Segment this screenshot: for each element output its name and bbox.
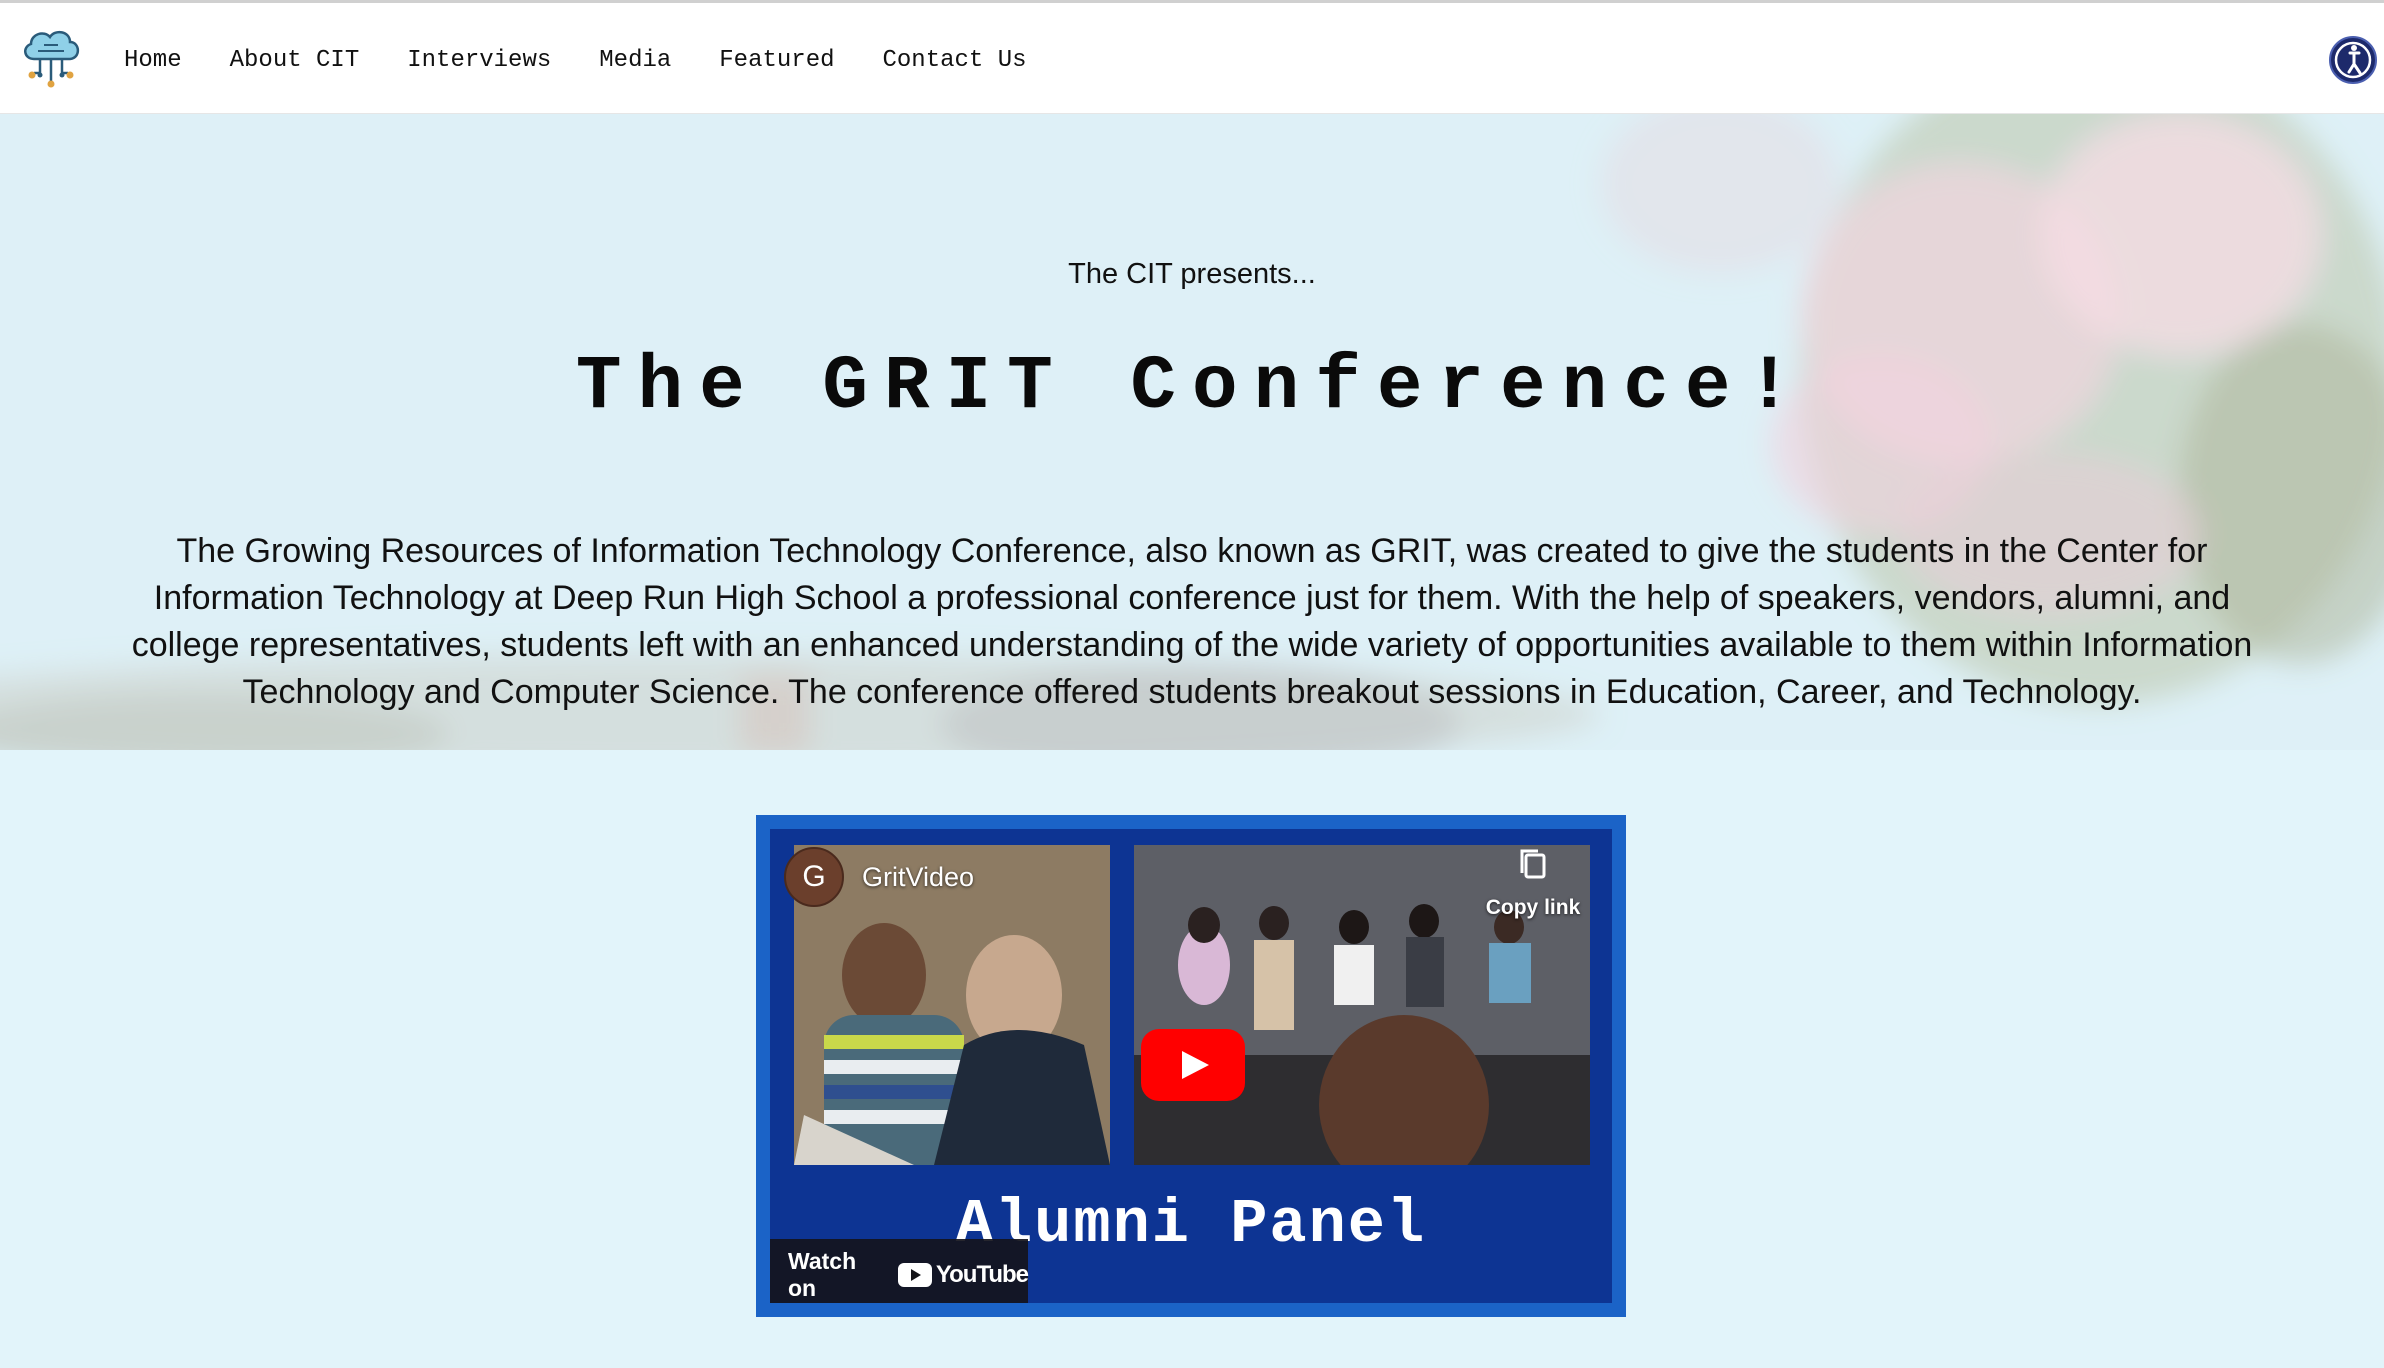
hero-section: The CIT presents... The GRIT Conference!… <box>0 114 2384 750</box>
watch-on-label: Watch on <box>788 1248 857 1301</box>
copy-icon <box>1520 849 1546 879</box>
channel-name[interactable]: GritVideo <box>862 862 974 893</box>
nav-featured[interactable]: Featured <box>719 47 834 74</box>
nav-home[interactable]: Home <box>124 47 182 74</box>
navbar: Home About CIT Interviews Media Featured… <box>0 0 2384 114</box>
copy-link-button[interactable]: Copy link <box>1478 845 1588 920</box>
watch-on-youtube-button[interactable]: Watch on YouTube <box>770 1239 1029 1303</box>
nav-interviews[interactable]: Interviews <box>407 47 551 74</box>
channel-avatar[interactable]: G <box>784 847 844 907</box>
cloud-circuit-icon[interactable] <box>20 25 82 91</box>
nav-media[interactable]: Media <box>599 47 671 74</box>
youtube-icon <box>897 1263 932 1287</box>
youtube-embed[interactable]: G GritVideo Copy link Alumni Panel Watch… <box>756 815 1626 1317</box>
page-title: The GRIT Conference! <box>575 344 1809 430</box>
play-icon[interactable] <box>1141 1029 1245 1101</box>
hero-pretitle: The CIT presents... <box>1068 258 1316 290</box>
video-thumbnail[interactable]: G GritVideo Copy link Alumni Panel Watch… <box>770 829 1612 1303</box>
main-nav: Home About CIT Interviews Media Featured… <box>124 3 1075 117</box>
youtube-logo: YouTube <box>897 1261 1029 1289</box>
hero-description: The Growing Resources of Information Tec… <box>131 532 2253 711</box>
nav-about-cit[interactable]: About CIT <box>230 47 360 74</box>
accessibility-icon[interactable] <box>2328 35 2378 85</box>
channel-info[interactable]: G GritVideo <box>784 847 974 907</box>
copy-link-label: Copy link <box>1485 896 1581 919</box>
nav-contact-us[interactable]: Contact Us <box>883 47 1027 74</box>
youtube-wordmark: YouTube <box>935 1261 1029 1288</box>
